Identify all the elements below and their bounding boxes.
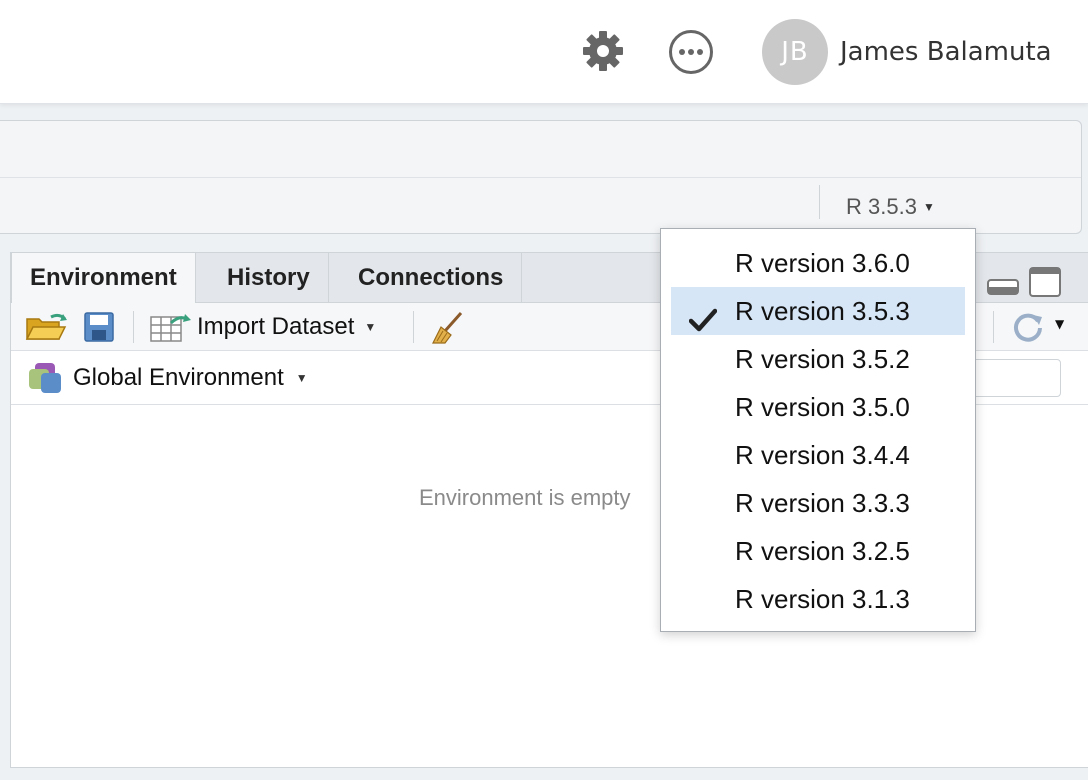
minimize-pane-icon[interactable] [987, 279, 1019, 295]
avatar[interactable]: JB [762, 19, 828, 85]
save-icon[interactable] [83, 311, 115, 347]
import-dataset-label: Import Dataset [197, 313, 355, 340]
chevron-down-icon: ▼ [922, 200, 935, 214]
menu-item-label: R version 3.5.3 [735, 296, 910, 326]
menu-item-r-version[interactable]: R version 3.2.5 [671, 527, 965, 575]
environment-selector-label: Global Environment [73, 364, 284, 391]
top-header: JB James Balamuta [0, 0, 1088, 104]
menu-item-r-version[interactable]: R version 3.5.0 [671, 383, 965, 431]
more-icon[interactable] [668, 29, 714, 75]
import-dataset-icon[interactable] [149, 311, 193, 347]
r-version-menu: R version 3.6.0 R version 3.5.3 R versio… [660, 228, 976, 632]
toolbar-separator [993, 311, 994, 343]
menu-item-label: R version 3.4.4 [735, 440, 910, 470]
menu-item-label: R version 3.3.3 [735, 488, 910, 518]
strip-divider [0, 177, 1081, 178]
toolbar-separator [133, 311, 134, 343]
r-version-label: R 3.5.3 [846, 194, 917, 219]
r-version-button[interactable]: R 3.5.3 ▼ [846, 190, 935, 224]
menu-item-r-version[interactable]: R version 3.5.3 [671, 287, 965, 335]
maximize-pane-icon[interactable] [1029, 267, 1061, 297]
chevron-down-icon: ▼ [295, 371, 308, 385]
menu-item-r-version[interactable]: R version 3.5.2 [671, 335, 965, 383]
menu-item-r-version[interactable]: R version 3.3.3 [671, 479, 965, 527]
menu-item-r-version[interactable]: R version 3.6.0 [671, 239, 965, 287]
menu-item-label: R version 3.2.5 [735, 536, 910, 566]
gear-icon[interactable] [580, 28, 626, 74]
strip-separator [819, 185, 820, 219]
menu-item-label: R version 3.6.0 [735, 248, 910, 278]
toolbar-separator [413, 311, 414, 343]
tab-environment[interactable]: Environment [11, 253, 196, 304]
menu-item-r-version[interactable]: R version 3.4.4 [671, 431, 965, 479]
checkmark-icon [688, 299, 718, 332]
menu-item-r-version[interactable]: R version 3.1.3 [671, 575, 965, 623]
environment-selector[interactable]: Global Environment ▼ [73, 361, 308, 395]
chevron-down-icon[interactable]: ▼ [1055, 317, 1064, 331]
refresh-icon[interactable] [1011, 309, 1045, 343]
empty-message: Environment is empty [419, 485, 631, 510]
environment-icon [27, 361, 63, 395]
open-folder-icon[interactable] [25, 311, 69, 347]
import-dataset-button[interactable]: Import Dataset ▼ [197, 310, 376, 344]
tab-connections[interactable]: Connections [340, 253, 523, 303]
username[interactable]: James Balamuta [840, 34, 1052, 70]
tab-history[interactable]: History [209, 253, 329, 303]
avatar-initials: JB [781, 37, 809, 67]
broom-icon[interactable] [429, 311, 465, 349]
menu-item-label: R version 3.5.0 [735, 392, 910, 422]
menu-item-label: R version 3.1.3 [735, 584, 910, 614]
chevron-down-icon: ▼ [364, 320, 377, 334]
menu-item-label: R version 3.5.2 [735, 344, 910, 374]
